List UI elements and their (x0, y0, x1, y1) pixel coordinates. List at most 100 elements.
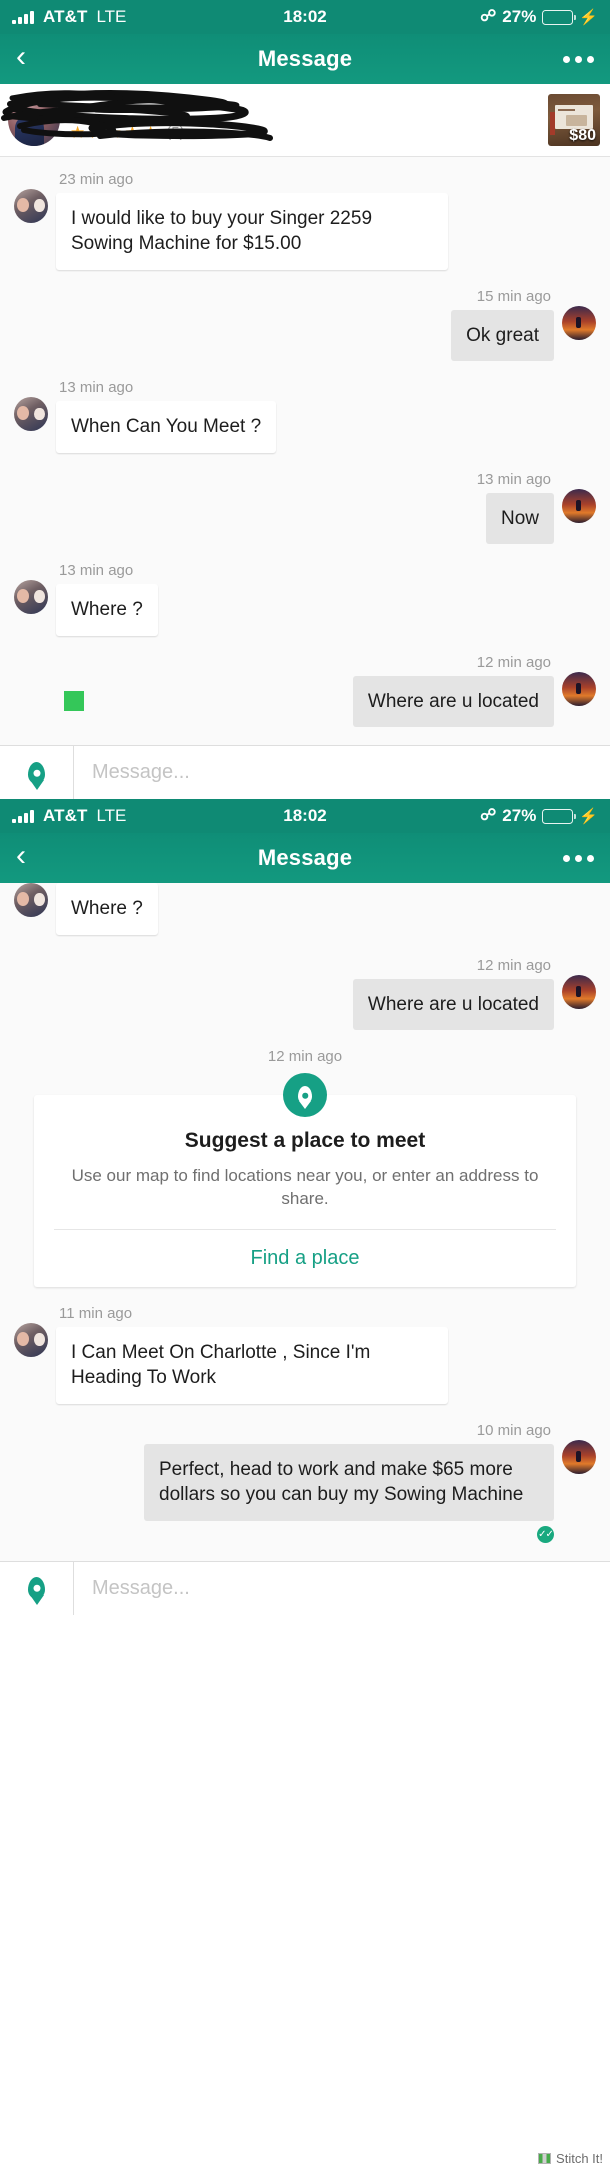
message-timestamp: 10 min ago (476, 1421, 551, 1439)
message-input[interactable] (74, 1576, 610, 1600)
avatar (562, 671, 596, 706)
star-icon: ★ (124, 122, 140, 142)
message-bubble[interactable]: I would like to buy your Singer 2259 Sow… (56, 193, 448, 270)
suggest-place-subtitle: Use our map to find locations near you, … (71, 1166, 539, 1209)
lightning-bolt-icon: ⚡ (579, 808, 598, 826)
screenshot-top: AT&T LTE 18:02 ☍ 27% ⚡ ‹ Message ★ ★ ★ ★… (0, 0, 610, 800)
network-type-label: LTE (96, 806, 127, 826)
status-right-group: ☍ 27% ⚡ (480, 7, 598, 27)
seller-meta: ★ ★ ★ ★ ★ (5) (70, 100, 548, 141)
location-pin-icon[interactable] (0, 1561, 74, 1615)
status-bar-1: AT&T LTE 18:02 ☍ 27% ⚡ (0, 0, 610, 34)
signal-bars-icon (12, 10, 34, 24)
status-left-group: AT&T LTE (12, 806, 126, 826)
message-bubble[interactable]: Where ? (56, 584, 158, 636)
network-type-label: LTE (96, 7, 127, 26)
message-timestamp: 12 min ago (476, 653, 551, 671)
stitch-it-logo-icon (538, 2153, 552, 2164)
avatar (562, 1439, 596, 1474)
message-row: 13 min ago Where ? (0, 562, 610, 636)
message-row: 15 min ago Ok great (0, 287, 610, 362)
status-left-group: AT&T LTE (12, 7, 126, 27)
message-input[interactable] (74, 761, 610, 785)
battery-percent-label: 27% (502, 7, 537, 26)
star-icon: ★ (143, 122, 159, 142)
seller-rating: ★ ★ ★ ★ ★ (5) (70, 124, 548, 141)
message-bubble[interactable]: Where are u located (352, 675, 554, 728)
nav-bar-2: ‹ Message (0, 833, 610, 884)
status-bar-2: AT&T LTE 18:02 ☍ 27% ⚡ (0, 799, 610, 834)
read-receipt-icon: ✓✓ (537, 1525, 554, 1543)
message-timestamp: 15 min ago (476, 287, 551, 305)
message-row: 13 min ago When Can You Meet ? (0, 379, 610, 453)
message-timestamp: 23 min ago (59, 171, 134, 188)
message-row: 10 min ago Perfect, head to work and mak… (0, 1422, 610, 1543)
avatar (14, 883, 48, 918)
battery-percent-label: 27% (502, 806, 537, 826)
message-timestamp: 13 min ago (59, 562, 134, 580)
chevron-left-icon[interactable]: ‹ (16, 42, 44, 72)
battery-icon (542, 808, 577, 824)
message-bubble[interactable]: Ok great (451, 309, 554, 362)
message-timestamp: 12 min ago (476, 956, 551, 974)
message-row: 12 min ago Where are u located (0, 653, 610, 728)
find-a-place-button[interactable]: Find a place (54, 1228, 556, 1287)
seller-avatar (8, 94, 60, 146)
message-timestamp: 11 min ago (59, 1304, 133, 1322)
message-bubble[interactable]: When Can You Meet ? (56, 401, 277, 453)
signal-bars-icon (12, 809, 34, 823)
page-title: Message (257, 845, 353, 871)
overflow-menu-icon[interactable] (563, 55, 594, 63)
location-pin-icon (283, 1073, 327, 1118)
avatar (14, 189, 48, 223)
green-square-highlight (64, 691, 84, 712)
bluetooth-icon: ☍ (480, 8, 497, 25)
nav-bar-1: ‹ Message (0, 34, 610, 84)
product-price-label: $80 (569, 127, 596, 144)
stitch-it-watermark: Stitch It! (538, 2151, 603, 2166)
product-thumbnail[interactable]: $80 (548, 94, 600, 146)
message-bubble[interactable]: I Can Meet On Charlotte , Since I'm Head… (56, 1326, 448, 1404)
suggest-place-block: 12 min ago Suggest a place to meet Use o… (0, 1048, 610, 1287)
message-timestamp: 13 min ago (59, 379, 134, 397)
carrier-label: AT&T (43, 7, 88, 26)
overflow-menu-icon[interactable] (563, 854, 594, 862)
lightning-bolt-icon: ⚡ (579, 9, 598, 26)
star-icon: ★ (106, 122, 122, 142)
status-right-group: ☍ 27% ⚡ (480, 806, 598, 826)
message-bubble[interactable]: Now (485, 492, 554, 545)
message-input-bar-2 (0, 1560, 610, 1615)
message-row: 23 min ago I would like to buy your Sing… (0, 171, 610, 270)
message-row: 13 min ago Now (0, 470, 610, 545)
page-title: Message (257, 46, 353, 71)
message-row: Where ? (0, 883, 610, 935)
message-bubble[interactable]: Where ? (56, 883, 158, 935)
bluetooth-icon: ☍ (480, 807, 497, 825)
suggest-place-title: Suggest a place to meet (184, 1129, 426, 1153)
location-pin-icon[interactable] (0, 746, 74, 800)
avatar (14, 1322, 48, 1357)
avatar (562, 305, 596, 340)
suggest-place-card: Suggest a place to meet Use our map to f… (34, 1095, 576, 1287)
avatar (562, 488, 596, 523)
message-input-bar-1 (0, 745, 610, 800)
carrier-label: AT&T (43, 806, 88, 826)
avatar (14, 580, 48, 615)
watermark-label: Stitch It! (556, 2151, 603, 2166)
product-seller-header[interactable]: ★ ★ ★ ★ ★ (5) $80 (0, 84, 610, 157)
message-row: 11 min ago I Can Meet On Charlotte , Sin… (0, 1305, 610, 1404)
battery-icon (542, 9, 577, 25)
message-row: 12 min ago Where are u located (0, 956, 610, 1031)
conversation-2: Where ? 12 min ago Where are u located 1… (0, 883, 610, 1543)
conversation-1: 23 min ago I would like to buy your Sing… (0, 157, 610, 728)
star-icon: ★ (70, 122, 86, 142)
message-timestamp: 13 min ago (476, 470, 551, 488)
avatar (562, 974, 596, 1009)
chevron-left-icon[interactable]: ‹ (16, 841, 44, 871)
message-bubble[interactable]: Perfect, head to work and make $65 more … (144, 1443, 554, 1521)
rating-count-label: (5) (166, 123, 185, 141)
screenshot-bottom: AT&T LTE 18:02 ☍ 27% ⚡ ‹ Message Where ?… (0, 799, 610, 1615)
star-icon: ★ (88, 122, 104, 142)
message-timestamp: 12 min ago (267, 1048, 343, 1066)
message-bubble[interactable]: Where are u located (352, 978, 554, 1031)
